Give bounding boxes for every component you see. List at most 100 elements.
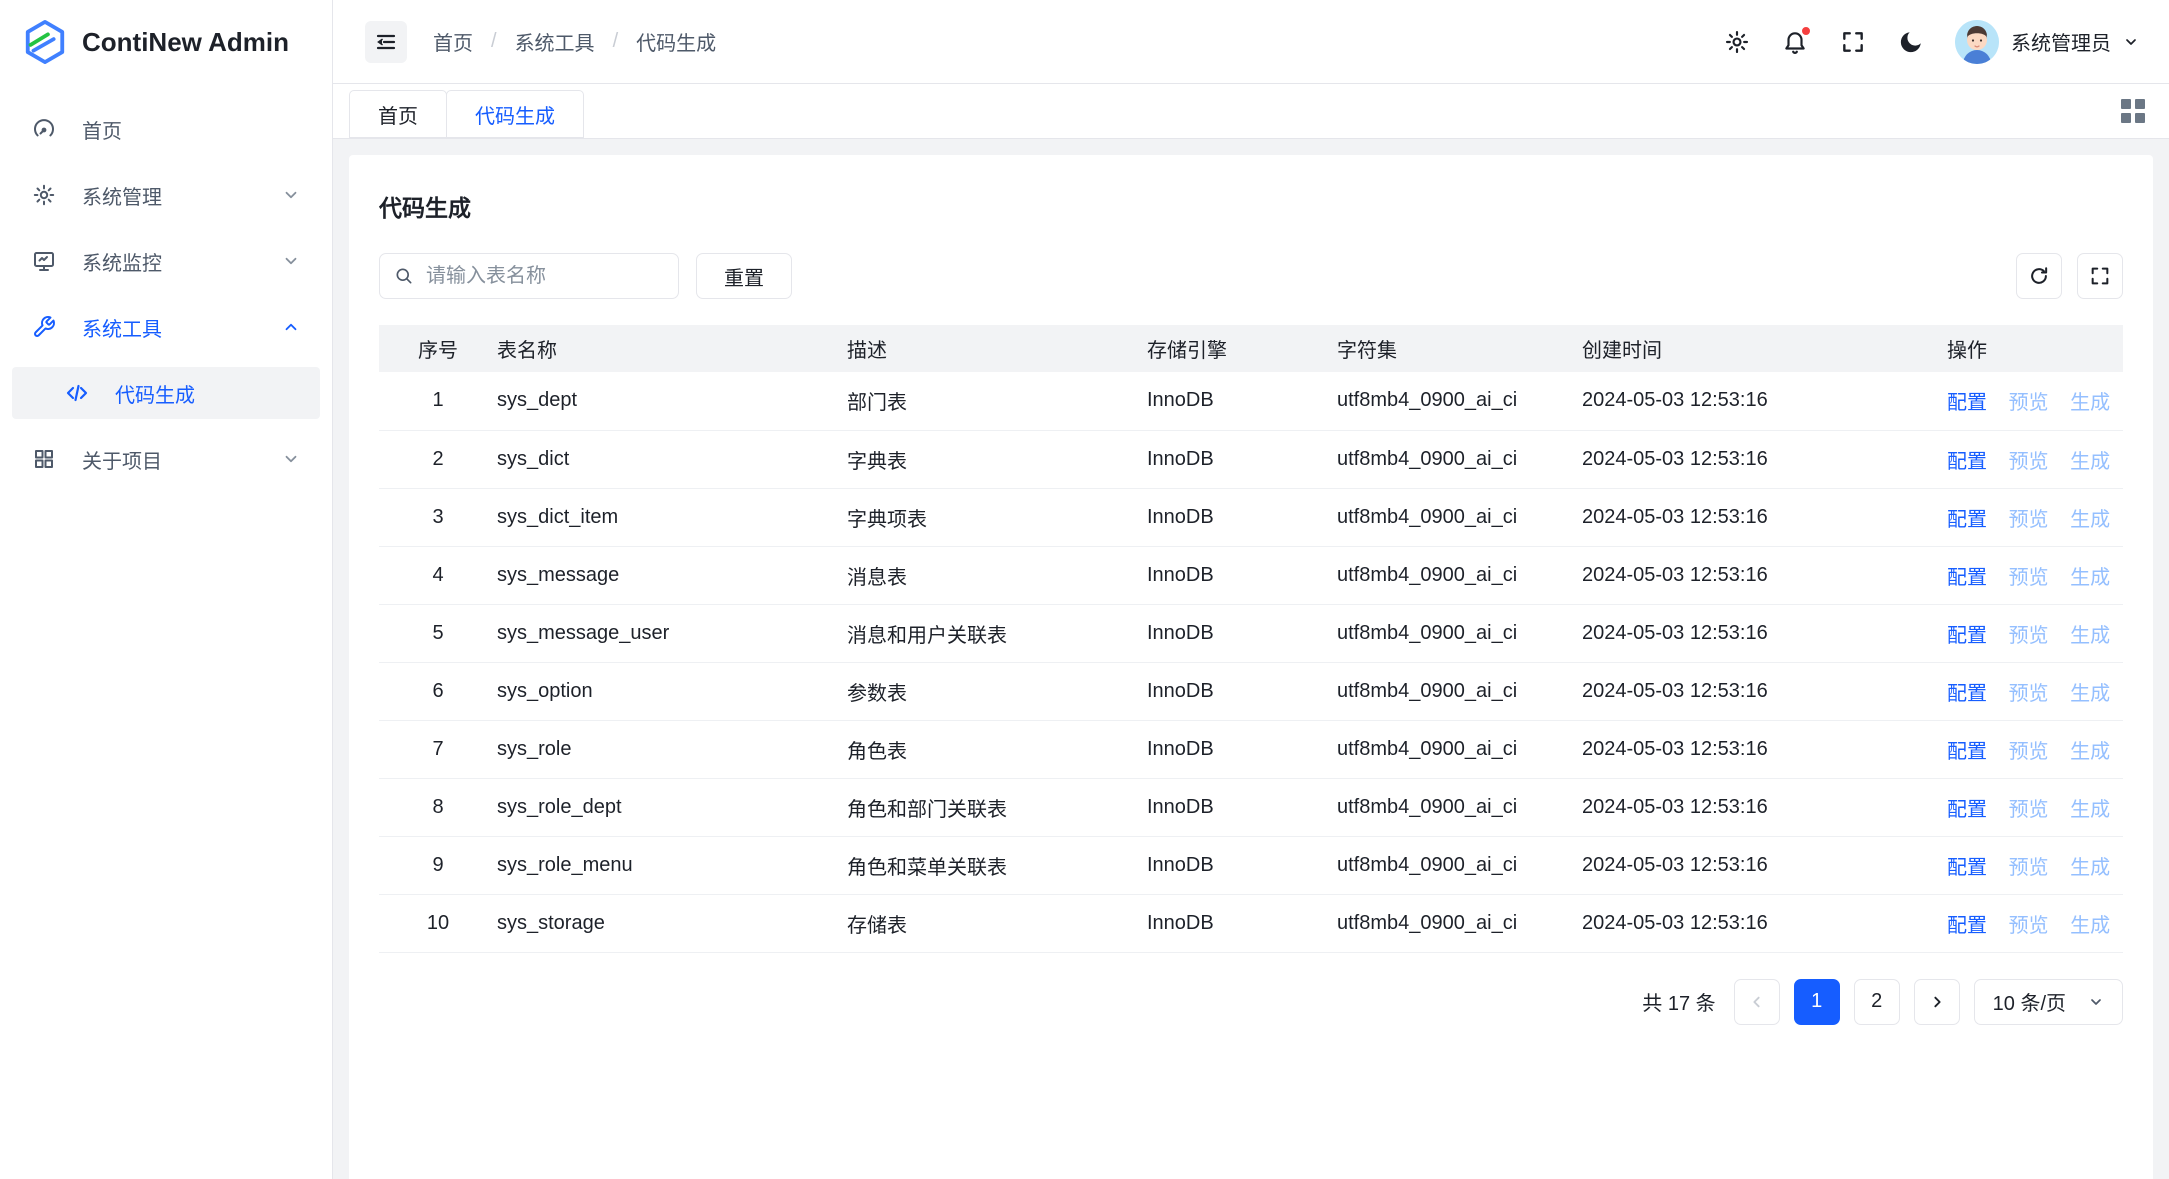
cell-no: 4 — [379, 546, 497, 604]
notification-button[interactable] — [1781, 28, 1809, 56]
configure-link[interactable]: 配置 — [1947, 509, 1987, 531]
top-bar-actions: 系统管理员 — [1723, 20, 2139, 64]
cell-description: 消息和用户关联表 — [847, 604, 1147, 662]
sidebar-item-home[interactable]: 首页 — [12, 103, 320, 155]
table-row: 6 sys_option 参数表 InnoDB utf8mb4_0900_ai_… — [379, 662, 2123, 720]
preview-link[interactable]: 预览 — [2009, 857, 2049, 879]
tables-table: 序号 表名称 描述 存储引擎 字符集 创建时间 操作 1 sys_dept — [379, 325, 2123, 953]
logo[interactable]: ContiNew Admin — [0, 0, 332, 84]
generate-link[interactable]: 生成 — [2070, 451, 2110, 473]
cell-description: 部门表 — [847, 372, 1147, 430]
cell-engine: InnoDB — [1147, 430, 1337, 488]
table-fullscreen-button[interactable] — [2077, 253, 2123, 299]
prev-page-button[interactable] — [1734, 979, 1780, 1025]
generate-link[interactable]: 生成 — [2070, 857, 2110, 879]
settings-button[interactable] — [1723, 28, 1751, 56]
cell-description: 消息表 — [847, 546, 1147, 604]
code-generation-card: 代码生成 重置 — [349, 155, 2153, 1179]
tab-home[interactable]: 首页 — [349, 90, 447, 138]
monitor-icon — [32, 249, 56, 273]
configure-link[interactable]: 配置 — [1947, 451, 1987, 473]
cell-no: 8 — [379, 778, 497, 836]
generate-link[interactable]: 生成 — [2070, 915, 2110, 937]
column-header-engine: 存储引擎 — [1147, 325, 1337, 372]
cell-actions: 配置 预览 生成 — [1947, 604, 2123, 662]
generate-link[interactable]: 生成 — [2070, 625, 2110, 647]
configure-link[interactable]: 配置 — [1947, 915, 1987, 937]
chevron-up-icon — [282, 318, 300, 336]
dark-mode-button[interactable] — [1897, 28, 1925, 56]
cell-engine: InnoDB — [1147, 720, 1337, 778]
sidebar-item-label: 系统工具 — [82, 313, 162, 342]
page-2-button[interactable]: 2 — [1854, 979, 1900, 1025]
cell-created-time: 2024-05-03 12:53:16 — [1582, 662, 1947, 720]
cell-description: 参数表 — [847, 662, 1147, 720]
next-page-button[interactable] — [1914, 979, 1960, 1025]
preview-link[interactable]: 预览 — [2009, 625, 2049, 647]
page-1-button[interactable]: 1 — [1794, 979, 1840, 1025]
sidebar-item-label: 代码生成 — [115, 379, 195, 408]
page-size-select[interactable]: 10 条/页 — [1974, 979, 2123, 1025]
preview-link[interactable]: 预览 — [2009, 741, 2049, 763]
tab-label: 首页 — [378, 100, 418, 129]
configure-link[interactable]: 配置 — [1947, 392, 1987, 414]
configure-link[interactable]: 配置 — [1947, 799, 1987, 821]
cell-description: 字典表 — [847, 430, 1147, 488]
refresh-button[interactable] — [2016, 253, 2062, 299]
user-name: 系统管理员 — [2011, 27, 2111, 56]
generate-link[interactable]: 生成 — [2070, 683, 2110, 705]
cell-charset: utf8mb4_0900_ai_ci — [1337, 662, 1582, 720]
table-row: 3 sys_dict_item 字典项表 InnoDB utf8mb4_0900… — [379, 488, 2123, 546]
breadcrumb-item-home[interactable]: 首页 — [433, 27, 473, 56]
generate-link[interactable]: 生成 — [2070, 509, 2110, 531]
generate-link[interactable]: 生成 — [2070, 741, 2110, 763]
collapse-sidebar-button[interactable] — [365, 21, 407, 63]
chevron-down-icon — [2123, 34, 2139, 50]
cell-table-name: sys_message — [497, 546, 847, 604]
cell-charset: utf8mb4_0900_ai_ci — [1337, 546, 1582, 604]
tab-list-icon[interactable] — [2121, 99, 2145, 123]
cell-actions: 配置 预览 生成 — [1947, 778, 2123, 836]
configure-link[interactable]: 配置 — [1947, 683, 1987, 705]
preview-link[interactable]: 预览 — [2009, 451, 2049, 473]
preview-link[interactable]: 预览 — [2009, 683, 2049, 705]
table-header-row: 序号 表名称 描述 存储引擎 字符集 创建时间 操作 — [379, 325, 2123, 372]
sidebar-item-system-monitor[interactable]: 系统监控 — [12, 235, 320, 287]
configure-link[interactable]: 配置 — [1947, 625, 1987, 647]
sidebar-item-system-management[interactable]: 系统管理 — [12, 169, 320, 221]
cell-no: 3 — [379, 488, 497, 546]
cell-table-name: sys_storage — [497, 894, 847, 952]
generate-link[interactable]: 生成 — [2070, 392, 2110, 414]
breadcrumb: 首页 / 系统工具 / 代码生成 — [433, 27, 716, 56]
tab-code-generation[interactable]: 代码生成 — [446, 90, 584, 138]
sidebar-item-system-tools[interactable]: 系统工具 — [12, 301, 320, 353]
configure-link[interactable]: 配置 — [1947, 567, 1987, 589]
preview-link[interactable]: 预览 — [2009, 509, 2049, 531]
column-header-table-name: 表名称 — [497, 325, 847, 372]
preview-link[interactable]: 预览 — [2009, 915, 2049, 937]
sidebar-item-about-project[interactable]: 关于项目 — [12, 433, 320, 485]
cell-description: 字典项表 — [847, 488, 1147, 546]
preview-link[interactable]: 预览 — [2009, 567, 2049, 589]
breadcrumb-item-code-generation[interactable]: 代码生成 — [636, 27, 716, 56]
fullscreen-button[interactable] — [1839, 28, 1867, 56]
sidebar-item-label: 首页 — [82, 115, 122, 144]
configure-link[interactable]: 配置 — [1947, 741, 1987, 763]
cell-description: 存储表 — [847, 894, 1147, 952]
generate-link[interactable]: 生成 — [2070, 567, 2110, 589]
user-menu[interactable]: 系统管理员 — [1955, 20, 2139, 64]
preview-link[interactable]: 预览 — [2009, 799, 2049, 821]
sidebar-item-code-generation[interactable]: 代码生成 — [12, 367, 320, 419]
configure-link[interactable]: 配置 — [1947, 857, 1987, 879]
search-input[interactable] — [424, 264, 664, 289]
preview-link[interactable]: 预览 — [2009, 392, 2049, 414]
code-icon — [65, 381, 89, 405]
breadcrumb-item-system-tools[interactable]: 系统工具 — [515, 27, 595, 56]
cell-charset: utf8mb4_0900_ai_ci — [1337, 894, 1582, 952]
generate-link[interactable]: 生成 — [2070, 799, 2110, 821]
chevron-down-icon — [282, 186, 300, 204]
reset-button[interactable]: 重置 — [696, 253, 792, 299]
sidebar-item-label: 系统管理 — [82, 181, 162, 210]
table-row: 4 sys_message 消息表 InnoDB utf8mb4_0900_ai… — [379, 546, 2123, 604]
cell-created-time: 2024-05-03 12:53:16 — [1582, 778, 1947, 836]
